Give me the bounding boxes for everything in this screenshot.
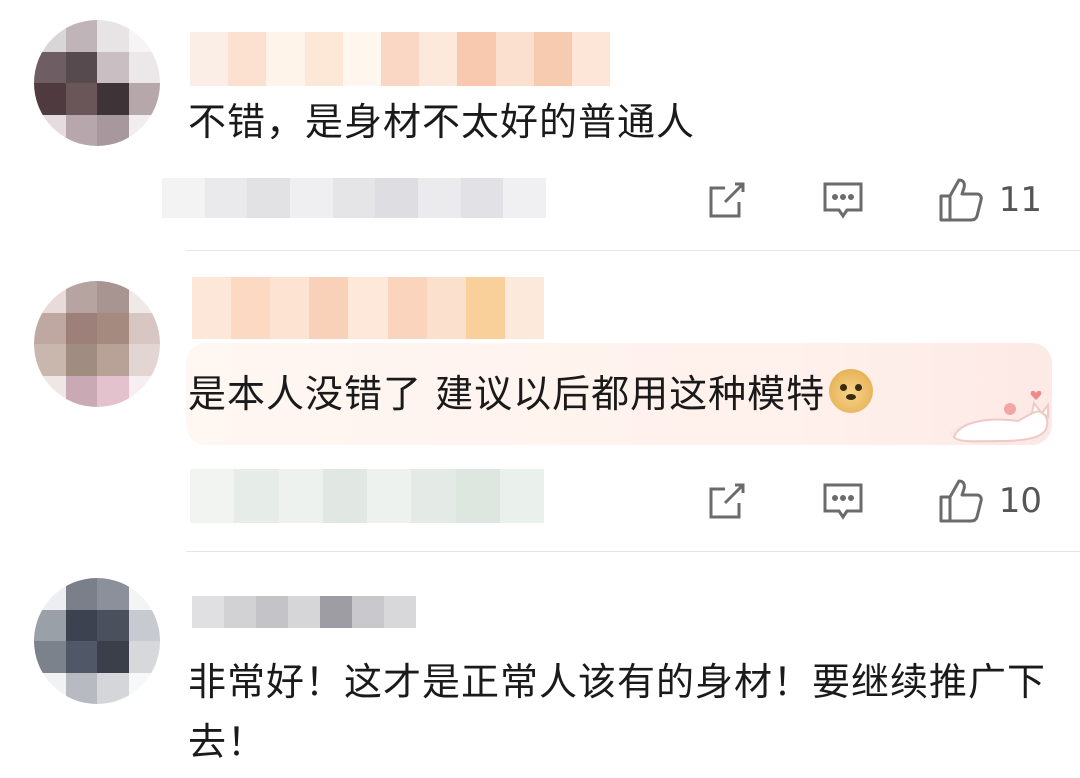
username[interactable]	[192, 596, 416, 628]
cat-sticker-icon	[950, 390, 1050, 445]
share-button[interactable]	[705, 178, 749, 222]
avatar[interactable]	[34, 281, 160, 407]
doge-emoji-icon	[829, 369, 874, 413]
share-icon	[709, 483, 745, 519]
thumbs-up-icon	[939, 479, 983, 523]
share-icon	[709, 182, 745, 218]
reply-button[interactable]	[821, 178, 865, 222]
username[interactable]	[192, 277, 544, 339]
share-button[interactable]	[705, 479, 749, 523]
like-button[interactable]: 10	[937, 477, 1042, 525]
action-bar: 10	[633, 477, 1042, 525]
comment-text-content: 是本人没错了 建议以后都用这种模特	[188, 372, 826, 416]
comment-item-3: 非常好！这才是正常人该有的身材！要继续推广下去！	[0, 552, 1080, 778]
comment-text: 非常好！这才是正常人该有的身材！要继续推广下去！	[188, 660, 1047, 764]
like-count: 11	[998, 180, 1042, 220]
avatar[interactable]	[34, 578, 160, 704]
username[interactable]	[190, 32, 611, 86]
comment-text: 不错，是身材不太好的普通人	[188, 100, 696, 144]
comment-icon	[823, 483, 863, 520]
comment-icon	[823, 182, 863, 219]
thumbs-up-icon	[939, 178, 983, 222]
avatar[interactable]	[34, 20, 160, 146]
comment-item-1: 不错，是身材不太好的普通人 11	[0, 0, 1080, 250]
like-button[interactable]: 11	[937, 176, 1042, 224]
comment-meta	[162, 178, 547, 218]
like-count: 10	[998, 481, 1042, 521]
reply-button[interactable]	[821, 479, 865, 523]
comment-item-2: 是本人没错了 建议以后都用这种模特 10	[0, 251, 1080, 551]
comment-text: 是本人没错了 建议以后都用这种模特	[188, 364, 874, 424]
action-bar: 11	[633, 176, 1042, 224]
comment-meta	[190, 469, 544, 523]
